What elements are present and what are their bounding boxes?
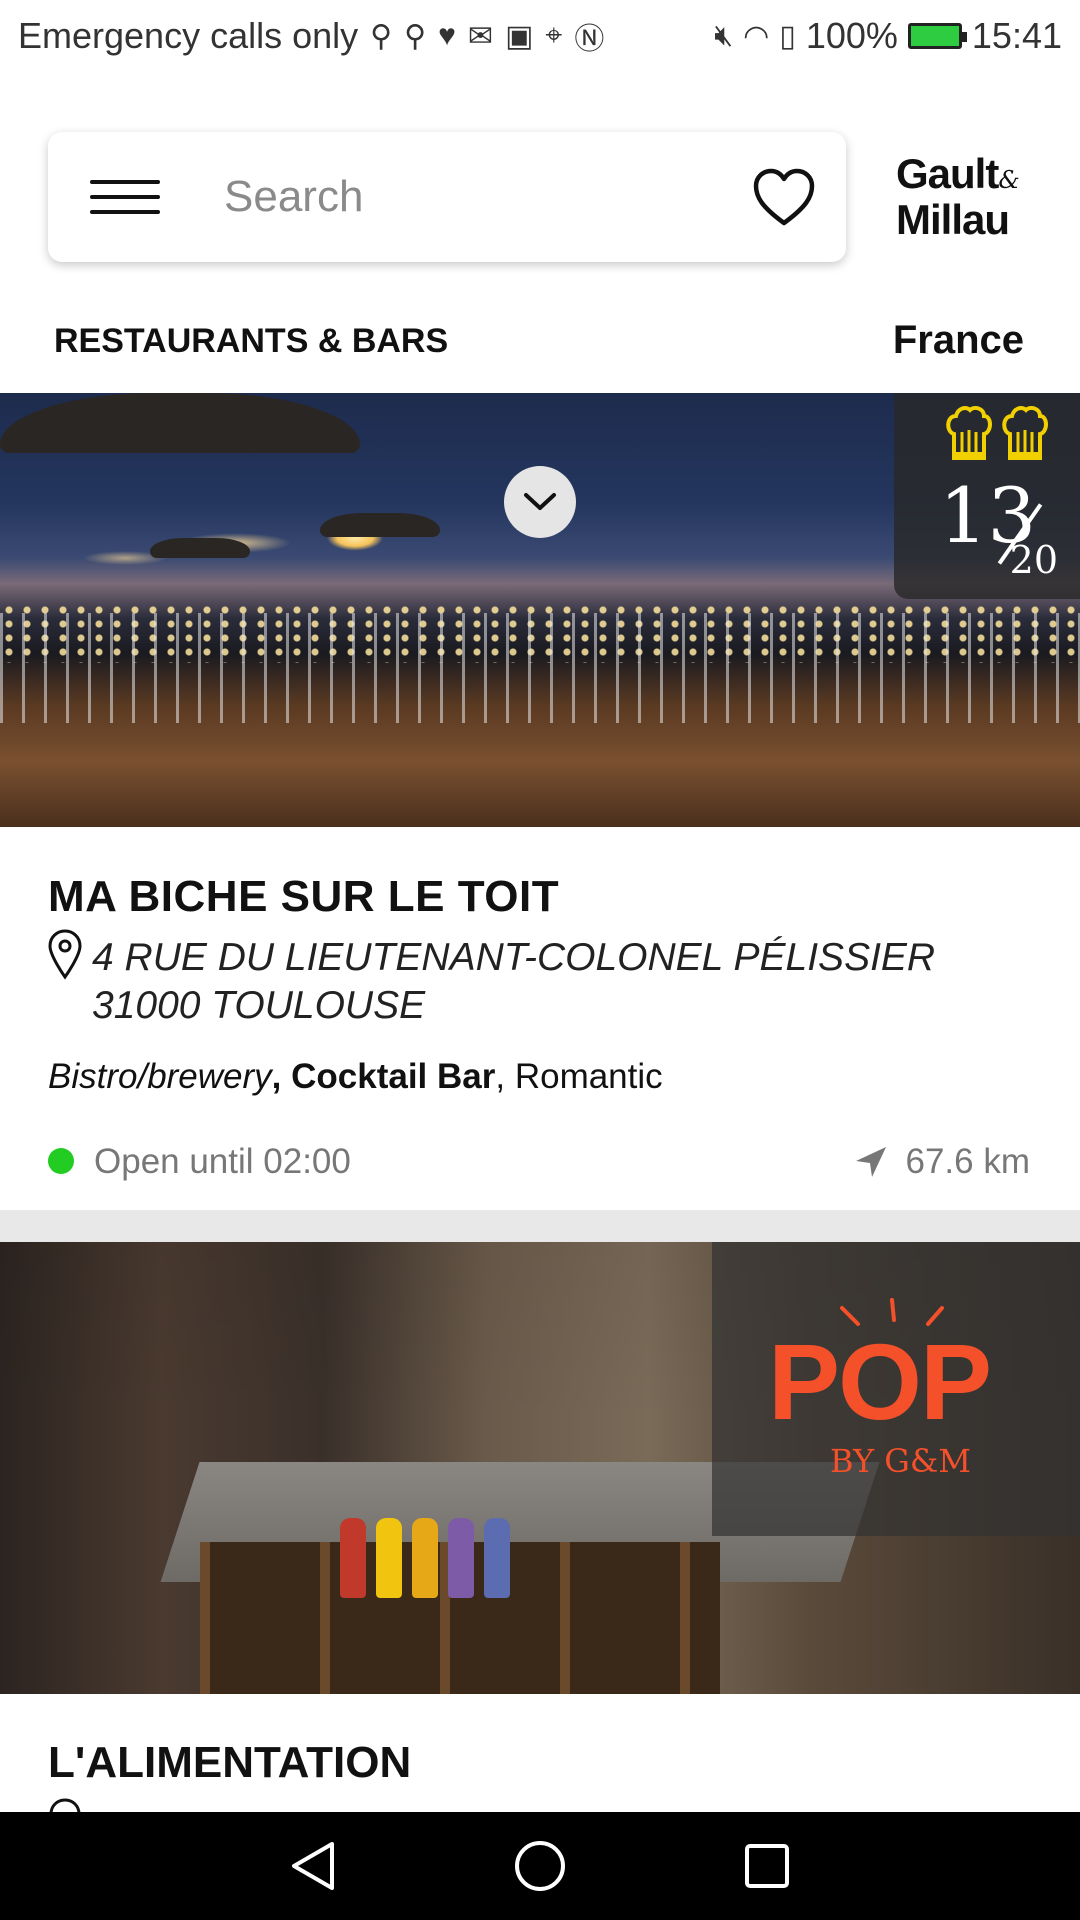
favorites-heart-icon[interactable] bbox=[752, 167, 816, 227]
photo-bottle bbox=[376, 1518, 402, 1598]
photo-lamp-shade bbox=[320, 513, 440, 537]
heart-rate-icon: ♥ bbox=[438, 19, 456, 52]
chevron-down-icon bbox=[524, 493, 556, 510]
pop-badge-title: POP bbox=[768, 1321, 992, 1442]
location-pin-icon bbox=[48, 929, 82, 980]
tag-romantic: , Romantic bbox=[495, 1057, 663, 1096]
nfc-icon: Ⓝ bbox=[574, 23, 605, 56]
recents-square-icon bbox=[744, 1844, 789, 1888]
chef-toque-icon bbox=[946, 406, 992, 460]
logo-line1: Gault bbox=[896, 150, 999, 197]
opening-hours: Open until 02:00 bbox=[94, 1142, 351, 1181]
tag-cocktail-bar: , Cocktail Bar bbox=[271, 1057, 496, 1096]
distance-value: 67.6 km bbox=[905, 1142, 1031, 1181]
battery-percent: 100% bbox=[805, 15, 898, 56]
photo-bottle bbox=[412, 1518, 438, 1598]
restaurant-title-2[interactable]: L'ALIMENTATION bbox=[48, 1738, 411, 1788]
battery-icon bbox=[907, 23, 967, 49]
home-circle-icon bbox=[514, 1841, 565, 1891]
logo-line2: Millau bbox=[896, 196, 1010, 243]
usb-icon-2: ⚲ bbox=[404, 19, 427, 53]
mail-icon: ✉ bbox=[467, 19, 494, 53]
card-separator bbox=[0, 1210, 1080, 1242]
menu-icon[interactable] bbox=[90, 180, 160, 214]
restaurant-address[interactable]: 4 RUE DU LIEUTENANT-COLONEL PÉLISSIER 31… bbox=[92, 934, 935, 1030]
photo-bottles bbox=[340, 1518, 510, 1598]
pop-badge-subtitle: BY G&M bbox=[830, 1442, 972, 1480]
photo-railing bbox=[0, 613, 1080, 723]
home-button[interactable] bbox=[510, 1836, 570, 1896]
gault-millau-logo[interactable]: Gault& Millau bbox=[896, 153, 1036, 243]
search-input[interactable] bbox=[222, 171, 706, 223]
usb-icon: ⚲ bbox=[370, 19, 393, 53]
expand-chevron-button[interactable] bbox=[504, 466, 576, 538]
toque-rating bbox=[944, 404, 1050, 462]
mute-icon: 🔇︎ bbox=[714, 19, 734, 52]
back-button[interactable] bbox=[283, 1836, 343, 1896]
restaurant-title[interactable]: MA BICHE SUR LE TOIT bbox=[48, 872, 559, 922]
app-icon: ▣ bbox=[505, 19, 534, 53]
photo-bottle bbox=[340, 1518, 366, 1598]
chef-toque-icon bbox=[1002, 406, 1048, 460]
country-selector[interactable]: France bbox=[893, 318, 1024, 363]
restaurant-tags: Bistro/brewery, Cocktail Bar, Romantic bbox=[48, 1057, 663, 1097]
category-label[interactable]: RESTAURANTS & BARS bbox=[54, 322, 448, 361]
wifi-icon: ◠ bbox=[743, 19, 770, 53]
photo-lamp-shade bbox=[150, 538, 250, 558]
status-bar: Emergency calls only ⚲ ⚲ ♥ ✉ ▣ ⌖ Ⓝ 🔇︎ ◠ … bbox=[0, 0, 1080, 72]
clock: 15:41 bbox=[971, 15, 1062, 56]
photo-lamp-shade bbox=[0, 393, 360, 453]
score-max: 20 bbox=[1009, 538, 1058, 582]
system-navigation-bar bbox=[0, 1812, 1080, 1920]
location-icon: ⌖ bbox=[545, 19, 563, 52]
search-bar bbox=[48, 132, 846, 262]
address-line1: 4 RUE DU LIEUTENANT-COLONEL PÉLISSIER bbox=[92, 936, 936, 979]
alert-icon: ▯ bbox=[779, 19, 796, 53]
open-status-dot bbox=[48, 1148, 74, 1174]
tag-bistro: Bistro/brewery bbox=[48, 1057, 272, 1096]
logo-amp: & bbox=[998, 166, 1019, 194]
photo-bottle bbox=[484, 1518, 510, 1598]
recents-button[interactable] bbox=[737, 1836, 797, 1896]
photo-bottle bbox=[448, 1518, 474, 1598]
navigation-arrow-icon bbox=[856, 1147, 886, 1177]
address-line2: 31000 TOULOUSE bbox=[92, 984, 426, 1027]
carrier-text: Emergency calls only bbox=[18, 15, 359, 56]
back-triangle-icon bbox=[292, 1842, 335, 1890]
